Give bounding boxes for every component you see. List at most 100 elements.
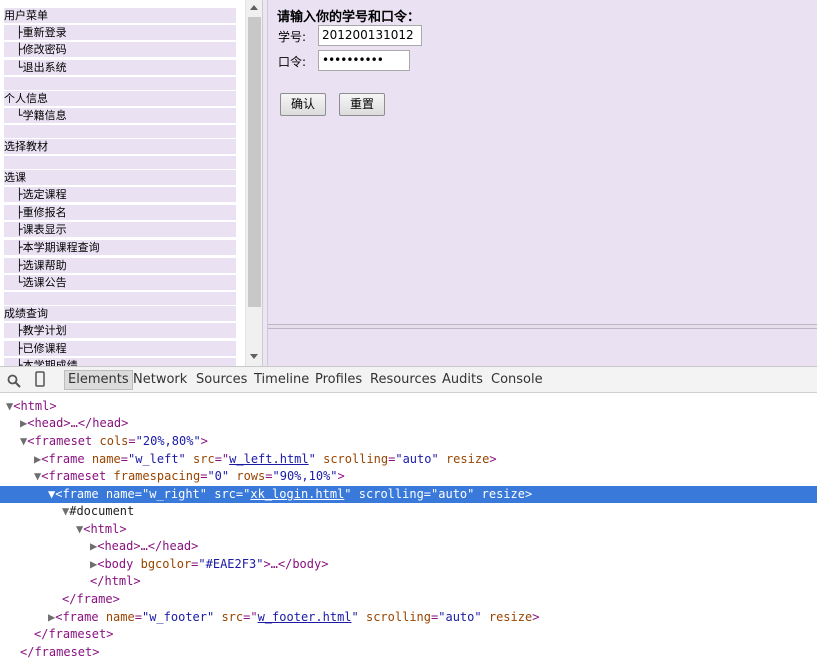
attr-quote: "	[351, 610, 359, 624]
attr-equals: =	[134, 487, 142, 501]
attr-quote: "	[308, 452, 316, 466]
attr-equals: ="	[214, 452, 230, 466]
student-id-label: 学号:	[278, 30, 307, 44]
menu-item-selection-notice[interactable]: └选课公告	[4, 275, 236, 290]
attr-name: rows	[236, 469, 266, 483]
password-input[interactable]: ••••••••••	[318, 50, 410, 71]
attr-link[interactable]: w_left.html	[229, 452, 308, 466]
menu-item-completed-courses[interactable]: ├已修课程	[4, 341, 236, 356]
node-tag: <html>	[83, 522, 127, 536]
device-icon[interactable]	[35, 371, 45, 391]
menu-item-logout[interactable]: └退出系统	[4, 60, 236, 75]
menu-header-textbooks[interactable]: 选择教材	[4, 139, 236, 154]
confirm-button[interactable]: 确认	[280, 93, 327, 116]
node-tag-close: >	[337, 469, 345, 483]
menu-item-retake-signup[interactable]: ├重修报名	[4, 205, 236, 220]
attr-value: "auto"	[438, 610, 482, 624]
attr-value: "90%,10%"	[272, 469, 338, 483]
left-menu-frame: 用户菜单 ├重新登录 ├修改密码 └退出系统 个人信息 └学籍信息 选择教材 选…	[0, 0, 245, 366]
node-tag-close: >	[200, 434, 208, 448]
menu-item-change-password[interactable]: ├修改密码	[4, 42, 236, 57]
menu-item-term-grades[interactable]: ├本学期成绩	[4, 358, 236, 366]
node-tag: </frame>	[62, 592, 120, 606]
dom-tree-node[interactable]: ▶<frame name="w_left" src="w_left.html" …	[0, 451, 817, 468]
node-tag: <frame	[55, 610, 99, 624]
dom-tree-node[interactable]: ▼<frameset framespacing="0" rows="90%,10…	[0, 468, 817, 485]
attr-equals: =	[128, 434, 136, 448]
tab-profiles[interactable]: Profiles	[313, 370, 364, 390]
dom-tree-node[interactable]: </html>	[0, 573, 817, 590]
dom-tree-node[interactable]: ▼#document	[0, 503, 817, 520]
dom-tree-node[interactable]: ▶<body bgcolor="#EAE2F3">…</body>	[0, 556, 817, 573]
tab-sources[interactable]: Sources	[194, 370, 249, 390]
attr-name: resize	[481, 487, 525, 501]
menu-item-relogin[interactable]: ├重新登录	[4, 25, 236, 40]
menu-header-grades: 成绩查询	[4, 306, 236, 321]
tab-elements[interactable]: Elements	[64, 370, 133, 390]
menu-item-selection-help[interactable]: ├选课帮助	[4, 258, 236, 273]
menu-header-course-selection: 选课	[4, 170, 236, 185]
attr-name: framespacing	[113, 469, 201, 483]
left-frame-scrollbar[interactable]	[245, 0, 262, 366]
login-frame: 请输入你的学号和口令： 学号: 201200131012 口令: •••••••…	[268, 0, 817, 324]
attr-equals: =	[423, 487, 432, 501]
tab-timeline[interactable]: Timeline	[252, 370, 311, 390]
tab-resources[interactable]: Resources	[368, 370, 438, 390]
footer-frame	[268, 329, 817, 366]
node-tag: </frameset>	[20, 645, 100, 659]
scroll-up-arrow-icon[interactable]	[250, 5, 258, 10]
dom-tree-node[interactable]: </frameset>	[0, 644, 817, 661]
dom-tree-node[interactable]: </frame>	[0, 591, 817, 608]
attr-value: "0"	[207, 469, 230, 483]
menu-item-student-record[interactable]: └学籍信息	[4, 108, 236, 123]
attr-link[interactable]: w_footer.html	[258, 610, 352, 624]
node-tag: <head>…</head>	[97, 539, 199, 553]
attr-name: src	[214, 487, 236, 501]
attr-equals: =	[265, 469, 273, 483]
student-id-input[interactable]: 201200131012	[318, 25, 422, 46]
devtools-toolbar: Elements Network Sources Timeline Profil…	[0, 366, 817, 393]
menu-spacer	[4, 156, 236, 169]
node-tag: </frameset>	[34, 627, 114, 641]
attr-name: name	[91, 452, 121, 466]
attr-equals: ="	[235, 487, 251, 501]
attr-name: name	[105, 487, 135, 501]
attr-equals: =	[120, 452, 128, 466]
elements-tree: ▼<html> ▶<head>…</head> ▼<frameset cols="2…	[0, 393, 817, 664]
tab-network[interactable]: Network	[131, 370, 189, 390]
reset-button[interactable]: 重置	[339, 93, 386, 116]
tab-console[interactable]: Console	[489, 370, 545, 390]
attr-name: bgcolor	[140, 557, 192, 571]
dom-tree-node[interactable]: ▶<head>…</head>	[0, 415, 817, 432]
attr-value: "auto"	[431, 487, 475, 501]
search-icon[interactable]	[7, 373, 21, 392]
node-tag: <frameset	[27, 434, 93, 448]
attr-value: "#EAE2F3"	[198, 557, 264, 571]
tab-audits[interactable]: Audits	[440, 370, 485, 390]
node-tag: <body	[97, 557, 134, 571]
dom-tree-node[interactable]: ▼<frameset cols="20%,80%">	[0, 433, 817, 450]
node-tag: <frameset	[41, 469, 107, 483]
dom-tree-node[interactable]: ▼<html>	[0, 521, 817, 538]
scrollbar-thumb[interactable]	[248, 17, 261, 307]
node-tag: </html>	[90, 574, 141, 588]
node-tag: <frame	[55, 487, 99, 501]
menu-item-term-course-query[interactable]: ├本学期课程查询	[4, 240, 236, 255]
dom-tree-node[interactable]: ▼<frame name="w_right" src="xk_login.htm…	[0, 486, 817, 503]
attr-link[interactable]: xk_login.html	[250, 487, 344, 501]
dom-tree-node[interactable]: ▶<frame name="w_footer" src="w_footer.ht…	[0, 609, 817, 626]
scroll-down-arrow-icon[interactable]	[250, 354, 258, 359]
menu-spacer	[4, 125, 236, 138]
menu-item-teaching-plan[interactable]: ├教学计划	[4, 323, 236, 338]
menu-item-select-course[interactable]: ├选定课程	[4, 187, 236, 202]
node-tag: <frame	[41, 452, 85, 466]
node-tag-close: >	[489, 452, 497, 466]
dom-tree-node[interactable]: ▶<head>…</head>	[0, 538, 817, 555]
attr-equals: ="	[243, 610, 258, 624]
attr-value: "w_left"	[127, 452, 186, 466]
menu-item-timetable[interactable]: ├课表显示	[4, 222, 236, 237]
dom-tree-node[interactable]: </frameset>	[0, 626, 817, 643]
node-tag-close: >	[532, 610, 540, 624]
dom-tree-node[interactable]: ▼<html>	[0, 398, 817, 415]
node-tag: <html>	[13, 399, 57, 413]
